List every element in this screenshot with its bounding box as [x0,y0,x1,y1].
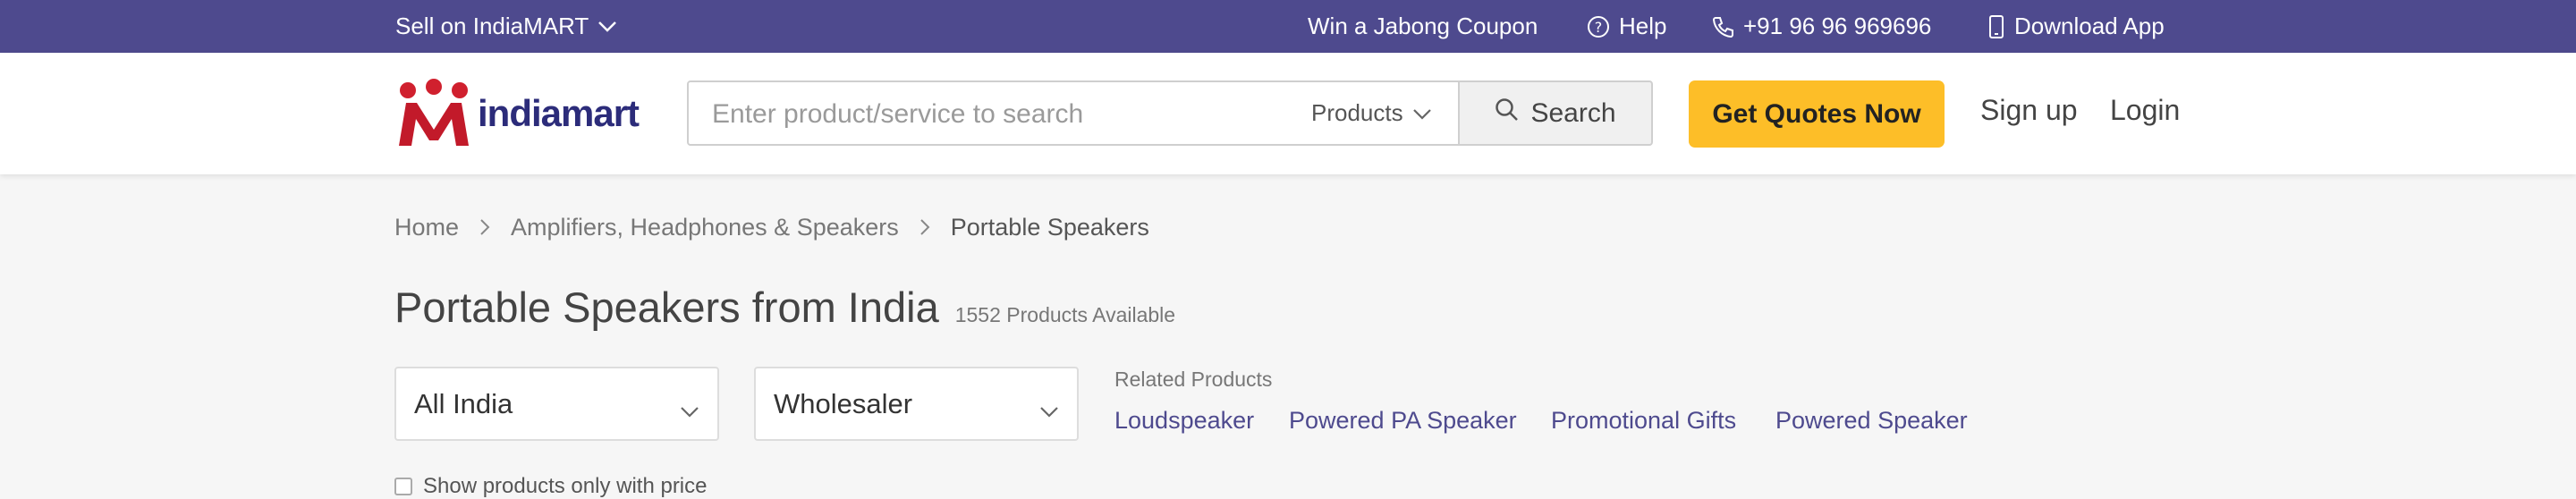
breadcrumb-category[interactable]: Amplifiers, Headphones & Speakers [511,214,899,241]
help-label: Help [1619,13,1667,39]
business-type-dropdown[interactable]: Wholesaler [754,367,1079,441]
search-bar: Products Search [687,80,1653,146]
category-label: Products [1311,99,1403,126]
signup-link[interactable]: Sign up [1980,94,2078,127]
coupon-link[interactable]: Win a Jabong Coupon [1308,0,1538,53]
related-link-powered-pa-speaker[interactable]: Powered PA Speaker [1289,407,1517,435]
price-filter[interactable]: Show products only with price [394,474,707,499]
chevron-right-icon [919,217,931,237]
chevron-down-icon [1412,99,1432,127]
related-link-loudspeaker[interactable]: Loudspeaker [1114,407,1254,435]
business-type-value: Wholesaler [774,387,913,419]
price-only-checkbox[interactable] [394,478,412,495]
indiamart-logo-icon [399,78,469,146]
top-bar: Sell on IndiaMART Win a Jabong Coupon ? … [0,0,2576,53]
login-link[interactable]: Login [2110,94,2180,127]
download-app-link[interactable]: Download App [1987,0,2165,53]
chevron-right-icon [479,217,491,237]
search-icon [1495,97,1520,130]
sell-label: Sell on IndiaMART [395,13,589,39]
location-dropdown[interactable]: All India [394,367,719,441]
location-value: All India [414,387,513,419]
main-header: indiamart Products Search Get Quotes Now… [0,53,2576,174]
title-row: Portable Speakers from India 1552 Produc… [394,283,1175,332]
help-link[interactable]: ? Help [1587,0,1666,53]
price-only-label: Show products only with price [423,474,708,498]
breadcrumb: Home Amplifiers, Headphones & Speakers P… [394,211,1149,243]
indiamart-logo[interactable]: indiamart [394,75,640,151]
download-label: Download App [2014,13,2165,39]
search-input[interactable] [710,82,1259,146]
phone-label: +91 96 96 969696 [1743,13,1932,39]
page-title: Portable Speakers from India [394,283,939,331]
mobile-phone-icon [1987,14,2005,39]
chevron-down-icon [680,393,699,426]
help-icon: ? [1587,15,1610,38]
related-products-label: Related Products [1114,368,1273,391]
phone-link[interactable]: +91 96 96 969696 [1711,0,1931,53]
breadcrumb-home[interactable]: Home [394,214,459,241]
breadcrumb-current: Portable Speakers [950,213,1149,241]
sell-on-indiamart-menu[interactable]: Sell on IndiaMART [395,0,617,53]
chevron-down-icon [597,21,617,33]
get-quotes-button[interactable]: Get Quotes Now [1689,80,1945,148]
svg-text:?: ? [1595,19,1603,36]
logo-text: indiamart [478,91,640,134]
search-button-label: Search [1530,97,1616,128]
search-button[interactable]: Search [1458,80,1653,146]
related-link-promotional-gifts[interactable]: Promotional Gifts [1551,407,1736,435]
phone-icon [1711,15,1734,38]
chevron-down-icon [1039,393,1059,426]
coupon-label: Win a Jabong Coupon [1308,13,1538,39]
category-select[interactable]: Products [1311,82,1470,144]
related-link-powered-speaker[interactable]: Powered Speaker [1775,407,1968,435]
product-count: 1552 Products Available [954,303,1176,326]
